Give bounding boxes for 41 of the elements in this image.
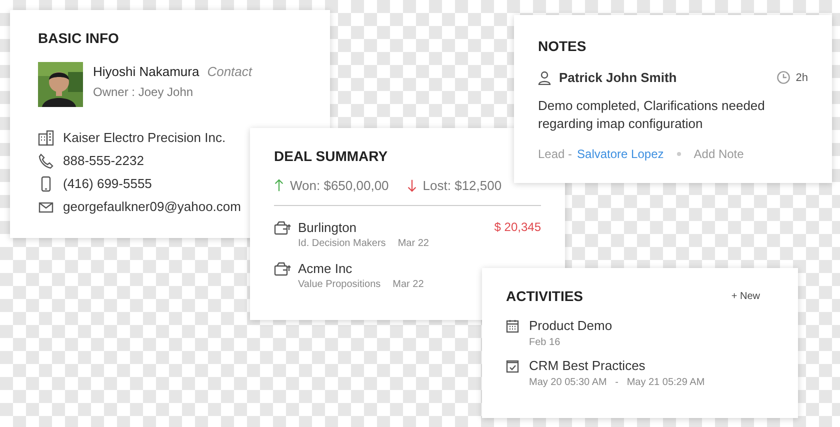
- activity-time: Feb 16: [529, 337, 562, 348]
- contact-name: Hiyoshi Nakamura: [93, 64, 200, 79]
- deal-date: Mar 22: [398, 238, 429, 249]
- detail-text: (416) 699-5555: [63, 176, 152, 191]
- deal-name: Burlington: [298, 220, 357, 235]
- add-note-button[interactable]: Add Note: [694, 147, 744, 161]
- section-title: DEAL SUMMARY: [274, 148, 389, 164]
- phone-icon: [38, 152, 54, 168]
- lost-amount: Lost: $12,500: [422, 178, 502, 193]
- lead-link[interactable]: Salvatore Lopez: [577, 147, 664, 161]
- note-text: Demo completed, Clarifications needed regarding imap configuration: [538, 97, 766, 133]
- note-author: Patrick John Smith: [559, 70, 678, 85]
- section-title: ACTIVITIES: [506, 288, 584, 304]
- section-title: NOTES: [538, 38, 588, 54]
- detail-text: Kaiser Electro Precision Inc.: [63, 130, 226, 145]
- clock-icon: [776, 71, 790, 84]
- activity-time: May 20 05:30 AM - May 21 05:29 AM: [529, 377, 705, 388]
- new-button[interactable]: + New: [731, 290, 760, 302]
- deal-name: Acme Inc: [298, 261, 352, 276]
- owner-label: Owner : Joey John: [93, 85, 194, 99]
- checked-clipboard-icon: [506, 359, 519, 373]
- deal-stage: Id. Decision Makers: [298, 238, 386, 249]
- calendar-icon: [506, 319, 519, 333]
- section-title: BASIC INFO: [38, 30, 120, 46]
- wallet-icon: [274, 221, 292, 236]
- won-amount: Won: $650,00,00: [290, 178, 389, 193]
- detail-text: georgefaulkner09@yahoo.com: [63, 199, 241, 214]
- activity-title: Product Demo: [529, 318, 612, 333]
- note-time: 2h: [796, 72, 808, 84]
- deal-amount: $ 20,345: [494, 220, 541, 235]
- person-icon: [538, 70, 551, 84]
- lead-label: Lead -: [538, 147, 572, 161]
- contact-role: Contact: [207, 64, 252, 79]
- building-icon: [38, 130, 54, 146]
- activity-title: CRM Best Practices: [529, 358, 646, 373]
- deal-date: Mar 22: [392, 279, 424, 290]
- wallet-icon: [274, 262, 292, 277]
- deal-stage: Value Propositions: [298, 279, 381, 290]
- up-arrow-icon: [274, 179, 284, 192]
- down-arrow-icon: [406, 179, 417, 192]
- detail-text: 888-555-2232: [63, 153, 144, 168]
